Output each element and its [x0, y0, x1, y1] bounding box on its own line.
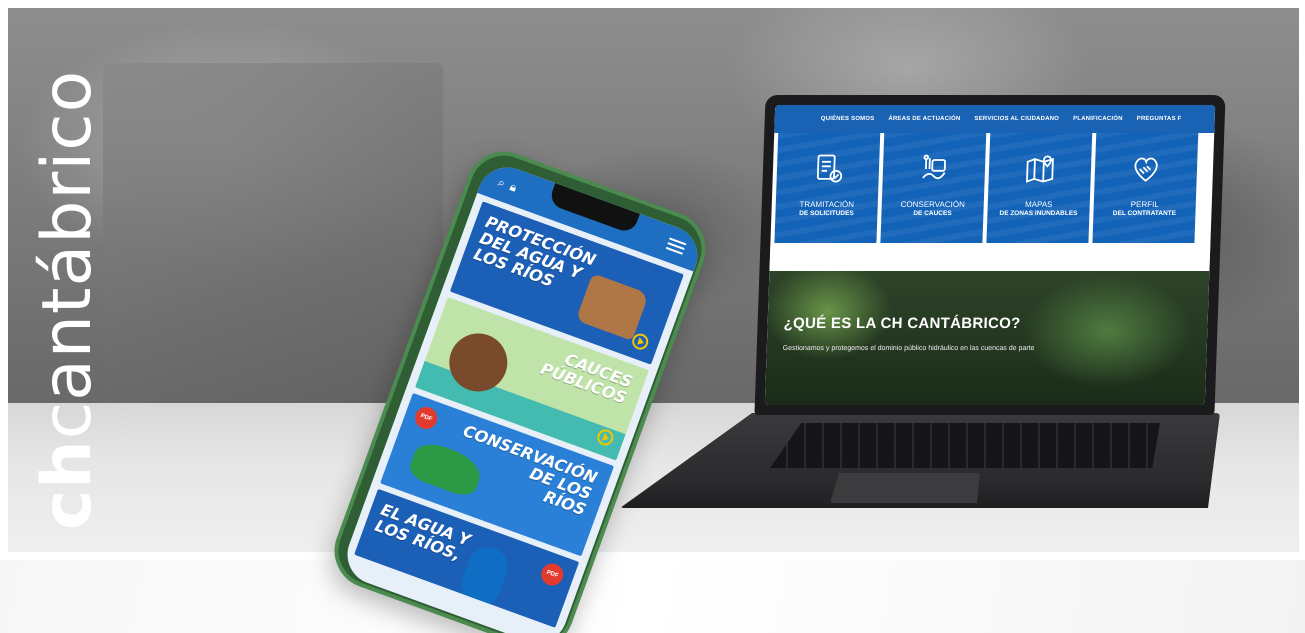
- nav-servicios-ciudadano[interactable]: SERVICIOS AL CIUDADANO: [974, 116, 1059, 122]
- screen-spacer: [769, 243, 1211, 271]
- nav-preguntas[interactable]: PREGUNTAS F: [1137, 116, 1182, 122]
- hero-text: Gestionamos y protegemos el dominio públ…: [782, 345, 1035, 352]
- tile-label: PERFIL: [1130, 200, 1159, 209]
- tile-conservacion[interactable]: CONSERVACIÓN DE CAUCES: [880, 133, 987, 243]
- laptop-keyboard: [770, 423, 1160, 468]
- lock-icon[interactable]: 🔒︎: [508, 179, 519, 195]
- tile-mapas[interactable]: MAPAS DE ZONAS INUNDABLES: [986, 133, 1093, 243]
- laptop-trackpad: [830, 473, 980, 503]
- forest-hero: ¿QUÉ ES LA CH CANTÁBRICO? Gestionamos y …: [764, 271, 1210, 405]
- tile-label: MAPAS: [1024, 200, 1053, 209]
- tile-label: TRAMITACIÓN: [799, 200, 855, 209]
- site-nav: QUIÉNES SOMOS ÁREAS DE ACTUACIÓN SERVICI…: [774, 105, 1216, 133]
- tile-sub: DEL CONTRATANTE: [1112, 209, 1177, 217]
- hero-banner: chcantábrico QUIÉNES SOMOS ÁREAS DE ACTU…: [0, 0, 1305, 633]
- brand-prefix: ch: [28, 439, 107, 530]
- hero-title: ¿QUÉ ES LA CH CANTÁBRICO?: [783, 315, 1021, 332]
- tile-sub: DE ZONAS INUNDABLES: [999, 209, 1078, 217]
- document-check-icon: [816, 154, 843, 183]
- pdf-badge: PDF: [412, 403, 441, 433]
- brand-logo: chcantábrico: [28, 70, 107, 530]
- pdf-badge: PDF: [538, 560, 567, 589]
- tile-perfil[interactable]: PERFIL DEL CONTRATANTE: [1092, 133, 1199, 243]
- nav-planificacion[interactable]: PLANIFICACIÓN: [1073, 116, 1123, 122]
- river-tools-icon: [922, 154, 946, 180]
- search-icon[interactable]: ⌕: [496, 174, 507, 190]
- tile-tramitacion[interactable]: TRAMITACIÓN DE SOLICITUDES: [774, 133, 881, 243]
- bottom-background: [0, 560, 1305, 633]
- handshake-heart-icon: [1134, 157, 1158, 182]
- laptop-screen: QUIÉNES SOMOS ÁREAS DE ACTUACIÓN SERVICI…: [764, 105, 1216, 405]
- tile-sub: DE SOLICITUDES: [799, 209, 854, 217]
- nav-quienes-somos[interactable]: QUIÉNES SOMOS: [821, 116, 875, 122]
- hamburger-menu-icon[interactable]: [665, 237, 687, 255]
- laptop: QUIÉNES SOMOS ÁREAS DE ACTUACIÓN SERVICI…: [620, 95, 1226, 515]
- tile-sub: DE CAUCES: [913, 209, 952, 217]
- service-tiles: TRAMITACIÓN DE SOLICITUDES CONSERVACIÓN …: [770, 133, 1214, 243]
- mobile-header-icons: ⌕ 🔒︎: [496, 174, 519, 195]
- map-pin-icon: [1026, 155, 1054, 183]
- tile-label: CONSERVACIÓN: [900, 200, 965, 209]
- card-title: CAUCES PÚBLICOS: [538, 349, 635, 408]
- laptop-lid: QUIÉNES SOMOS ÁREAS DE ACTUACIÓN SERVICI…: [754, 95, 1226, 415]
- nav-areas-actuacion[interactable]: ÁREAS DE ACTUACIÓN: [888, 116, 960, 122]
- brand-suffix: cantábrico: [28, 69, 107, 440]
